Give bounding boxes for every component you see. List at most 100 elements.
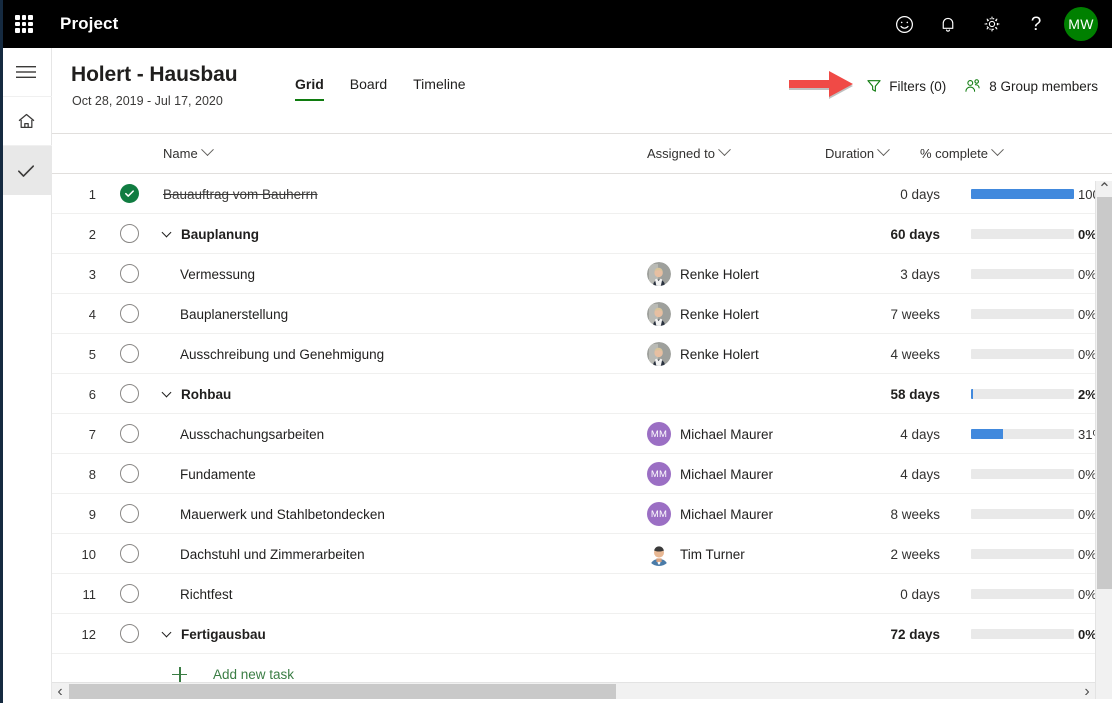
table-row[interactable]: 12 Fertigausbau 72 days 0% bbox=[52, 614, 1112, 654]
task-incomplete-circle-icon[interactable] bbox=[120, 504, 140, 524]
gear-icon[interactable] bbox=[970, 0, 1014, 48]
row-number: 2 bbox=[88, 226, 96, 242]
column-header-duration[interactable]: Duration bbox=[825, 142, 891, 161]
filters-label: Filters (0) bbox=[889, 78, 947, 94]
table-row[interactable]: 4 Bauplanerstellung Renke Holert 7 weeks 0% bbox=[52, 294, 1112, 334]
table-row[interactable]: 2 Bauplanung 60 days 0% bbox=[52, 214, 1112, 254]
task-incomplete-circle-icon[interactable] bbox=[120, 464, 140, 484]
page-header: Holert - Hausbau Oct 28, 2019 - Jul 17, … bbox=[52, 48, 1112, 133]
task-name-cell[interactable]: Vermessung bbox=[180, 254, 255, 294]
task-name-cell[interactable]: Ausschreibung und Genehmigung bbox=[180, 334, 384, 374]
table-row[interactable]: 3 Vermessung Renke Holert 3 days 0% bbox=[52, 254, 1112, 294]
chevron-down-icon[interactable] bbox=[161, 227, 172, 238]
task-name-cell[interactable]: Bauplanerstellung bbox=[180, 294, 288, 334]
task-name-cell[interactable]: Rohbau bbox=[161, 374, 231, 414]
task-incomplete-circle-icon[interactable] bbox=[120, 424, 140, 444]
progress-bar bbox=[971, 389, 1074, 399]
assignee-cell[interactable]: Tim Turner bbox=[647, 534, 745, 574]
tab-timeline[interactable]: Timeline bbox=[400, 76, 478, 101]
help-icon[interactable]: ? bbox=[1014, 0, 1058, 48]
horizontal-scrollbar-thumb[interactable] bbox=[69, 684, 616, 699]
task-name-cell[interactable]: Richtfest bbox=[180, 574, 233, 614]
group-members-button[interactable]: 8 Group members bbox=[964, 78, 1098, 94]
scroll-left-arrow-icon[interactable]: ‹ bbox=[52, 683, 68, 700]
duration-cell[interactable]: 3 days bbox=[822, 254, 940, 294]
user-avatar[interactable]: MW bbox=[1064, 7, 1098, 41]
sidebar-item-home[interactable] bbox=[0, 97, 52, 146]
chevron-down-icon[interactable] bbox=[161, 387, 172, 398]
row-number: 12 bbox=[81, 626, 96, 642]
duration-cell[interactable]: 4 days bbox=[822, 414, 940, 454]
avatar bbox=[647, 542, 671, 566]
table-row[interactable]: 5 Ausschreibung und Genehmigung Renke Hole… bbox=[52, 334, 1112, 374]
duration-cell[interactable]: 2 weeks bbox=[822, 534, 940, 574]
duration-cell[interactable]: 4 weeks bbox=[822, 334, 940, 374]
assignee-cell[interactable]: Renke Holert bbox=[647, 254, 759, 294]
assignee-cell[interactable]: MM Michael Maurer bbox=[647, 494, 773, 534]
duration-cell[interactable]: 0 days bbox=[822, 574, 940, 614]
duration-cell[interactable]: 72 days bbox=[822, 614, 940, 654]
home-icon bbox=[18, 113, 34, 128]
assignee-cell[interactable]: MM Michael Maurer bbox=[647, 454, 773, 494]
sidebar-item-tasks[interactable] bbox=[0, 146, 52, 195]
assignee-cell[interactable]: Renke Holert bbox=[647, 294, 759, 334]
task-incomplete-circle-icon[interactable] bbox=[120, 344, 140, 364]
horizontal-scrollbar[interactable]: ‹ › bbox=[52, 682, 1095, 700]
task-incomplete-circle-icon[interactable] bbox=[120, 624, 140, 644]
task-name-cell[interactable]: Bauauftrag vom Bauherrn bbox=[163, 174, 318, 214]
app-name[interactable]: Project bbox=[60, 14, 118, 34]
table-row[interactable]: 7 Ausschachungsarbeiten MM Michael Maurer 4 … bbox=[52, 414, 1112, 454]
task-incomplete-circle-icon[interactable] bbox=[120, 544, 140, 564]
hamburger-icon bbox=[16, 66, 36, 78]
smiley-icon[interactable] bbox=[882, 0, 926, 48]
task-name-cell[interactable]: Fertigausbau bbox=[161, 614, 266, 654]
hamburger-menu-button[interactable] bbox=[0, 48, 52, 97]
task-name-cell[interactable]: Fundamente bbox=[180, 454, 256, 494]
avatar: MM bbox=[647, 422, 671, 446]
suite-bar-actions: ? MW bbox=[882, 0, 1112, 48]
task-name-cell[interactable]: Dachstuhl und Zimmerarbeiten bbox=[180, 534, 365, 574]
chevron-down-icon[interactable] bbox=[161, 627, 172, 638]
assignee-cell[interactable]: Renke Holert bbox=[647, 334, 759, 374]
task-complete-checkmark-icon[interactable] bbox=[120, 184, 140, 204]
duration-cell[interactable]: 8 weeks bbox=[822, 494, 940, 534]
chevron-down-icon bbox=[200, 142, 214, 156]
vertical-scrollbar-thumb[interactable] bbox=[1097, 197, 1112, 589]
table-row[interactable]: 9 Mauerwerk und Stahlbetondecken MM Michael… bbox=[52, 494, 1112, 534]
table-row[interactable]: 6 Rohbau 58 days 2% bbox=[52, 374, 1112, 414]
filters-button[interactable]: Filters (0) bbox=[866, 78, 946, 94]
table-row[interactable]: 10 Dachstuhl und Zimmerarbeiten Tim Turner… bbox=[52, 534, 1112, 574]
task-name-cell[interactable]: Mauerwerk und Stahlbetondecken bbox=[180, 494, 385, 534]
progress-bar-fill bbox=[971, 389, 974, 399]
app-launcher-button[interactable] bbox=[0, 0, 48, 48]
task-incomplete-circle-icon[interactable] bbox=[120, 224, 140, 244]
task-incomplete-circle-icon[interactable] bbox=[120, 384, 140, 404]
scroll-up-arrow-icon[interactable]: ⌃ bbox=[1096, 181, 1112, 198]
duration-cell[interactable]: 60 days bbox=[822, 214, 940, 254]
column-header-percent-complete[interactable]: % complete bbox=[920, 142, 1004, 161]
bell-icon[interactable] bbox=[926, 0, 970, 48]
table-row[interactable]: 8 Fundamente MM Michael Maurer 4 days 0% bbox=[52, 454, 1112, 494]
progress-bar bbox=[971, 469, 1074, 479]
task-incomplete-circle-icon[interactable] bbox=[120, 304, 140, 324]
vertical-scrollbar[interactable]: ⌃ ⌄ bbox=[1095, 181, 1112, 703]
tab-board[interactable]: Board bbox=[337, 76, 400, 101]
task-incomplete-circle-icon[interactable] bbox=[120, 584, 140, 604]
table-row[interactable]: 11 Richtfest 0 days 0% bbox=[52, 574, 1112, 614]
duration-cell[interactable]: 7 weeks bbox=[822, 294, 940, 334]
duration-cell[interactable]: 58 days bbox=[822, 374, 940, 414]
tab-grid[interactable]: Grid bbox=[282, 76, 337, 101]
row-number: 3 bbox=[88, 266, 96, 282]
duration-cell[interactable]: 0 days bbox=[822, 174, 940, 214]
table-row[interactable]: 1Bauauftrag vom Bauherrn0 days100% bbox=[52, 174, 1112, 214]
column-header-name[interactable]: Name bbox=[163, 142, 214, 161]
column-header-assigned-to[interactable]: Assigned to bbox=[647, 142, 731, 161]
assignee-cell[interactable]: MM Michael Maurer bbox=[647, 414, 773, 454]
task-name-cell[interactable]: Bauplanung bbox=[161, 214, 259, 254]
task-name-cell[interactable]: Ausschachungsarbeiten bbox=[180, 414, 324, 454]
scroll-right-arrow-icon[interactable]: › bbox=[1079, 683, 1095, 700]
duration-cell[interactable]: 4 days bbox=[822, 454, 940, 494]
task-incomplete-circle-icon[interactable] bbox=[120, 264, 140, 284]
row-number: 8 bbox=[88, 466, 96, 482]
plus-icon[interactable] bbox=[172, 667, 187, 682]
